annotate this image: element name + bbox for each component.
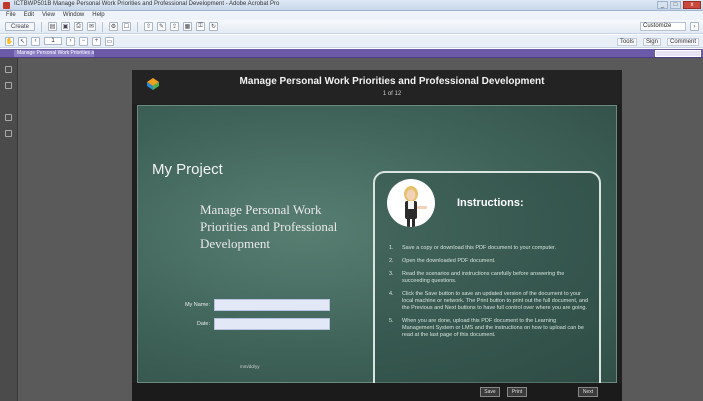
instructor-figure-icon: [404, 186, 427, 227]
document-viewer: Manage Personal Work Priorities and Prof…: [18, 58, 703, 401]
print-icon[interactable]: ⎙: [74, 22, 83, 31]
comment-link[interactable]: Comment: [666, 38, 699, 46]
minimize-button[interactable]: _: [657, 1, 668, 9]
page-header: Manage Personal Work Priorities and Prof…: [132, 70, 622, 104]
instruction-text: Save a copy or download this PDF documen…: [402, 245, 557, 251]
toolbar-divider: [41, 21, 42, 32]
navigation-toolbar: ✋ ↖ ‹ 1 › − + ▭ Tools Sign Comment: [0, 35, 703, 48]
fit-page-icon[interactable]: ▭: [105, 36, 114, 46]
next-page-icon[interactable]: ›: [66, 36, 75, 46]
tools-link[interactable]: Tools: [616, 38, 637, 46]
sign-link[interactable]: Sign: [642, 38, 661, 46]
page-title: Manage Personal Work Priorities and Prof…: [239, 76, 545, 87]
window-controls: _ □ x: [657, 1, 701, 9]
page-number-field[interactable]: 1: [44, 37, 62, 45]
protect-icon[interactable]: ⚿: [196, 22, 205, 31]
instructions-list: 1. Save a copy or download this PDF docum…: [389, 245, 589, 345]
maximize-button[interactable]: □: [670, 1, 681, 9]
date-label: Date:: [196, 321, 210, 327]
save-button[interactable]: Save: [480, 387, 500, 397]
expand-icon[interactable]: ›: [690, 22, 699, 31]
menu-view[interactable]: View: [42, 11, 55, 20]
create-button[interactable]: Create: [5, 22, 35, 31]
upload-icon[interactable]: ⇧: [144, 22, 153, 31]
instruction-item: 5. When you are done, upload this PDF doc…: [389, 318, 589, 339]
right-panel-tab[interactable]: [655, 50, 701, 57]
toolbar-divider: [102, 21, 103, 32]
instruction-text: Read the scenarios and instructions care…: [402, 271, 565, 284]
menu-window[interactable]: Window: [63, 11, 84, 20]
document-tab[interactable]: Manage Personal Work Priorities and Prof…: [14, 50, 94, 57]
signatures-icon[interactable]: [5, 130, 12, 137]
panel-links: Tools Sign Comment: [616, 38, 699, 46]
instructions-title: Instructions:: [457, 197, 524, 209]
hand-tool-icon[interactable]: ✋: [5, 36, 14, 46]
main-toolbar: Create ▤ ▣ ⎙ ✉ ⚙ ☐ ⇧ ✎ ⇪ ▦ ⚿ ↻ Customize…: [0, 20, 703, 34]
left-navigation-pane: [0, 58, 18, 401]
customize-dropdown[interactable]: Customize: [640, 22, 686, 31]
date-field[interactable]: [214, 318, 330, 330]
email-icon[interactable]: ✉: [87, 22, 96, 31]
instruction-text: Click the Save button to save an updated…: [402, 291, 589, 311]
instructions-panel: Instructions: 1. Save a copy or download …: [373, 171, 601, 401]
window-titlebar: ICTBWP501B Manage Personal Work Prioriti…: [0, 0, 703, 11]
pdf-page: Manage Personal Work Priorities and Prof…: [132, 70, 622, 401]
document-tab-bar: Manage Personal Work Priorities and Prof…: [0, 49, 703, 58]
attachments-icon[interactable]: [5, 114, 12, 121]
menu-edit[interactable]: Edit: [24, 11, 34, 20]
print-button[interactable]: Print: [507, 387, 527, 397]
share-icon[interactable]: ⇪: [170, 22, 179, 31]
instruction-item: 2. Open the downloaded PDF document.: [389, 258, 496, 264]
toolbar-divider: [137, 21, 138, 32]
stamp-icon[interactable]: ▦: [183, 22, 192, 31]
menubar: File Edit View Window Help: [0, 11, 703, 20]
open-icon[interactable]: ▤: [48, 22, 57, 31]
instruction-item: 1. Save a copy or download this PDF docum…: [389, 245, 557, 251]
close-button[interactable]: x: [683, 1, 701, 9]
date-format-hint: mm/dd/yy: [240, 364, 260, 369]
page-footer: Save Print Next: [132, 383, 622, 401]
my-project-heading: My Project: [152, 161, 223, 178]
toolbar-right: Customize ›: [640, 22, 699, 31]
page-thumbnails-icon[interactable]: [5, 66, 12, 73]
zoom-in-icon[interactable]: +: [92, 36, 101, 46]
window-title: ICTBWP501B Manage Personal Work Prioriti…: [14, 1, 280, 7]
name-label: My Name:: [184, 302, 210, 308]
redo-icon[interactable]: ↻: [209, 22, 218, 31]
name-field[interactable]: [214, 299, 330, 311]
bookmarks-icon[interactable]: [5, 82, 12, 89]
prev-page-icon[interactable]: ‹: [31, 36, 40, 46]
comment-icon[interactable]: ☐: [122, 22, 131, 31]
instructor-avatar: [387, 179, 435, 227]
next-button[interactable]: Next: [578, 387, 598, 397]
select-tool-icon[interactable]: ↖: [18, 36, 27, 46]
brand-logo-icon: [147, 78, 159, 90]
zoom-out-icon[interactable]: −: [79, 36, 88, 46]
settings-icon[interactable]: ⚙: [109, 22, 118, 31]
instruction-item: 4. Click the Save button to save an updat…: [389, 291, 589, 311]
page-counter: 1 of 12: [382, 91, 402, 97]
acrobat-app-icon: [3, 2, 10, 9]
instruction-text: Open the downloaded PDF document.: [402, 258, 496, 264]
project-subtitle: Manage Personal Work Priorities and Prof…: [200, 202, 338, 251]
sign-icon[interactable]: ✎: [157, 22, 166, 31]
instruction-item: 3. Read the scenarios and instructions ca…: [389, 271, 589, 285]
save-icon[interactable]: ▣: [61, 22, 70, 31]
menu-file[interactable]: File: [6, 11, 16, 20]
menu-help[interactable]: Help: [92, 11, 104, 20]
instruction-text: When you are done, upload this PDF docum…: [402, 318, 584, 338]
chalkboard-background: My Project Manage Personal Work Prioriti…: [137, 105, 617, 401]
